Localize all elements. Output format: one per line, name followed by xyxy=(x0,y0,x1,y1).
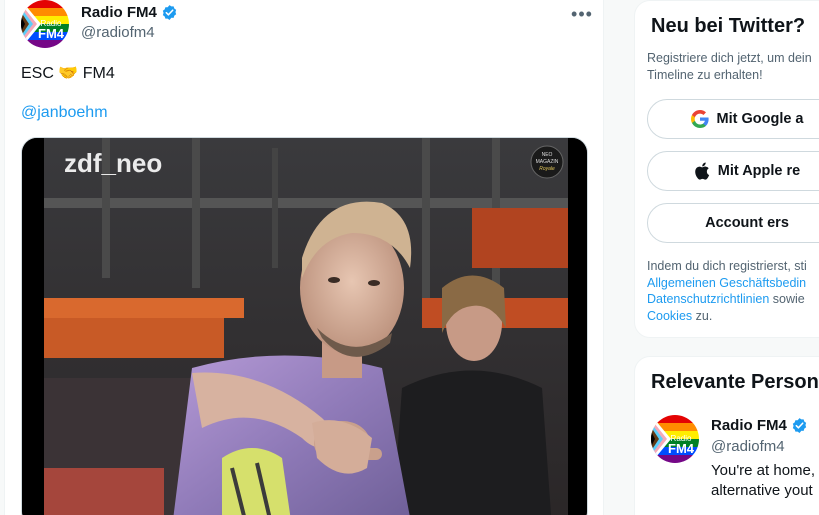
google-signup-button[interactable]: Mit Google a xyxy=(647,99,819,139)
zdf-neo-watermark: zdf_neo xyxy=(64,148,162,178)
person-avatar[interactable]: Radio FM4 xyxy=(651,415,699,463)
tweet-column: Radio FM4 Radio FM4 @radiofm4 ••• ESC 🤝 … xyxy=(4,0,604,515)
corner-logo-line1: NEO xyxy=(542,152,553,158)
apple-logo-icon xyxy=(694,162,709,180)
signup-subtitle: Registriere dich jetzt, um dein Timeline… xyxy=(647,50,819,84)
person-bio: You're at home, alternative yout xyxy=(711,461,819,501)
tweet-video[interactable]: zdf_neo NEO MAGAZIN Royale xyxy=(21,137,588,515)
signup-title: Neu bei Twitter? xyxy=(651,15,806,37)
handshake-emoji-icon: 🤝 xyxy=(58,65,79,82)
legal-line1: Indem du dich registrierst, sti xyxy=(647,259,807,273)
tweet-text-prefix: ESC xyxy=(21,65,54,82)
person-item[interactable]: Radio FM4 Radio FM4 @radiofm4 You're at … xyxy=(651,415,819,515)
legal-mid-text: sowie xyxy=(769,292,805,306)
legal-line3: Datenschutzrichtlinien sowie xyxy=(647,291,819,308)
legal-end-text: zu. xyxy=(692,308,713,323)
mention-link[interactable]: @janboehm xyxy=(21,104,108,122)
person-avatar-logo-big: FM4 xyxy=(668,441,695,456)
signup-subtitle-line2: Timeline zu erhalten! xyxy=(647,68,763,82)
signup-card: Neu bei Twitter? Registriere dich jetzt,… xyxy=(634,0,819,338)
person-handle[interactable]: @radiofm4 xyxy=(711,438,785,455)
corner-logo-line2: MAGAZIN xyxy=(536,159,559,165)
relevant-people-card: Relevante Person Radio FM4 Radio FM4 @ra… xyxy=(634,356,819,515)
tweet-text-suffix: FM4 xyxy=(82,65,115,82)
person-bio-line1: You're at home, xyxy=(711,462,816,479)
google-signup-label: Mit Google a xyxy=(716,111,804,127)
person-name[interactable]: Radio FM4 xyxy=(711,417,808,434)
tweet-header: Radio FM4 Radio FM4 @radiofm4 ••• xyxy=(21,0,601,52)
more-options-button[interactable]: ••• xyxy=(567,2,597,26)
apple-signup-button[interactable]: Mit Apple re xyxy=(647,151,819,191)
author-name-text[interactable]: Radio FM4 xyxy=(81,4,157,21)
video-frame: zdf_neo NEO MAGAZIN Royale xyxy=(22,138,587,515)
legal-notice: Indem du dich registrierst, sti Allgemei… xyxy=(647,258,819,324)
cookies-link[interactable]: Cookies xyxy=(647,309,692,323)
legal-line4: Cookies zu. xyxy=(647,308,819,325)
corner-logo-line3: Royale xyxy=(539,166,555,172)
signup-subtitle-line1: Registriere dich jetzt, um dein xyxy=(647,51,812,65)
verified-badge-icon xyxy=(162,5,177,20)
create-account-label: Account ers xyxy=(705,215,789,231)
apple-signup-label: Mit Apple re xyxy=(717,163,801,179)
relevant-people-title: Relevante Person xyxy=(651,371,819,393)
person-bio-line2: alternative yout xyxy=(711,482,813,499)
google-logo-icon xyxy=(690,110,709,128)
avatar-logo-big: FM4 xyxy=(38,26,65,41)
author-avatar[interactable]: Radio FM4 xyxy=(21,0,69,48)
tweet-text: ESC 🤝 FM4 xyxy=(21,64,115,84)
terms-link[interactable]: Allgemeinen Geschäftsbedin xyxy=(647,275,819,292)
author-handle[interactable]: @radiofm4 xyxy=(81,24,155,41)
author-name[interactable]: Radio FM4 xyxy=(81,4,178,21)
person-name-text[interactable]: Radio FM4 xyxy=(711,417,787,434)
privacy-link[interactable]: Datenschutzrichtlinien xyxy=(647,292,769,306)
more-dots-icon: ••• xyxy=(571,3,593,24)
verified-badge-icon xyxy=(792,418,807,433)
create-account-button[interactable]: Account ers xyxy=(647,203,819,243)
